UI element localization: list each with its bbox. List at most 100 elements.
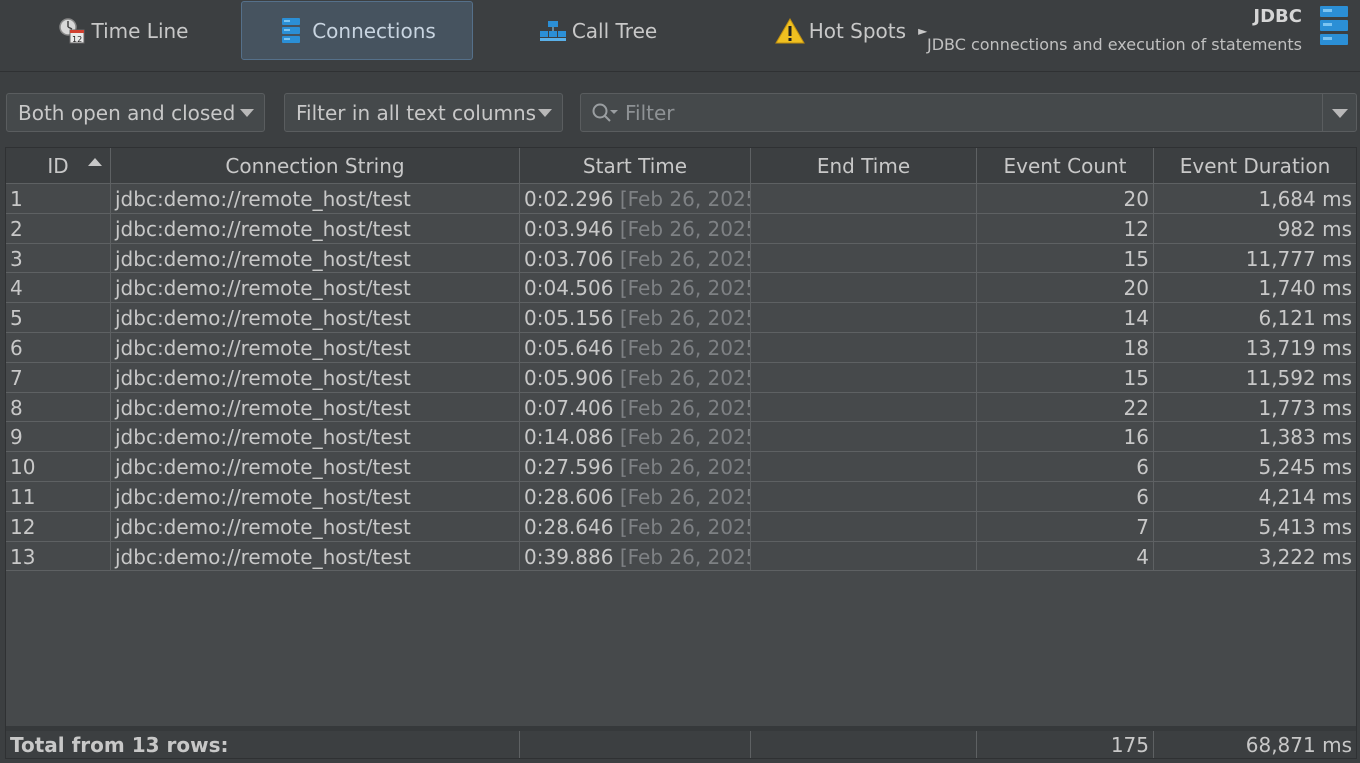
- cell-connection-string: jdbc:demo://remote_host/test: [111, 392, 520, 422]
- more-tabs-arrow-icon[interactable]: ►: [918, 24, 927, 38]
- tab-hot-spots[interactable]: Hot Spots ►: [766, 1, 936, 60]
- table-row[interactable]: 1 jdbc:demo://remote_host/test 0:02.296 [F…: [6, 184, 1356, 214]
- filter-history-dropdown[interactable]: [1322, 94, 1356, 131]
- table-body: 1 jdbc:demo://remote_host/test 0:02.296 [F…: [6, 184, 1356, 572]
- cell-event-duration: 1,684 ms: [1258, 187, 1352, 211]
- column-header-connection-string[interactable]: Connection String: [111, 148, 520, 183]
- table-row[interactable]: 5 jdbc:demo://remote_host/test 0:05.156 [F…: [6, 303, 1356, 333]
- column-header-end-time[interactable]: End Time: [751, 148, 977, 183]
- cell-event-count: 4: [977, 541, 1154, 571]
- table-row[interactable]: 10 jdbc:demo://remote_host/test 0:27.596 […: [6, 452, 1356, 482]
- tab-time-line-label: Time Line: [91, 18, 189, 43]
- cell-end-time: [751, 541, 977, 571]
- cell-id: 11: [6, 481, 111, 511]
- filter-column-dropdown[interactable]: Filter in all text columns: [284, 93, 563, 132]
- cell-id: 5: [6, 303, 111, 333]
- cell-start-time: 0:28.606 [Feb 26, 2025 ...: [520, 481, 751, 511]
- cell-id: 6: [6, 332, 111, 362]
- totals-event-duration: 68,871 ms: [1245, 733, 1352, 757]
- cell-connection-string: jdbc:demo://remote_host/test: [111, 481, 520, 511]
- cell-start-time: 0:05.646 [Feb 26, 2025 ...: [520, 332, 751, 362]
- filter-search-input[interactable]: [625, 94, 1315, 131]
- cell-end-time: [751, 422, 977, 452]
- table-row[interactable]: 13 jdbc:demo://remote_host/test 0:39.886 […: [6, 541, 1356, 572]
- cell-event-count: 16: [977, 422, 1154, 452]
- cell-start-time: 0:02.296 [Feb 26, 2025 ...: [520, 184, 751, 213]
- totals-end-time-cell: [751, 731, 977, 758]
- cell-end-time: [751, 452, 977, 482]
- table-row[interactable]: 6 jdbc:demo://remote_host/test 0:05.646 [F…: [6, 332, 1356, 363]
- cell-connection-string: jdbc:demo://remote_host/test: [111, 362, 520, 392]
- start-time-date: [Feb 26, 2025 ...: [619, 484, 750, 509]
- cell-connection-string: jdbc:demo://remote_host/test: [111, 452, 520, 482]
- column-header-label: ID: [47, 154, 69, 178]
- start-time-date: [Feb 26, 2025 ...: [619, 276, 750, 301]
- start-time-offset: 0:05.906: [524, 365, 614, 390]
- cell-start-time: 0:28.646 [Feb 26, 2025 ...: [520, 511, 751, 541]
- start-time-date: [Feb 26, 2025 ...: [619, 425, 750, 450]
- start-time-offset: 0:04.506: [524, 276, 614, 301]
- cell-id: 12: [6, 511, 111, 541]
- cell-connection-string: jdbc:demo://remote_host/test: [111, 332, 520, 362]
- cell-start-time: 0:04.506 [Feb 26, 2025 ...: [520, 273, 751, 303]
- start-time-date: [Feb 26, 2025 ...: [619, 365, 750, 390]
- cell-start-time: 0:14.086 [Feb 26, 2025 ...: [520, 422, 751, 452]
- start-time-date: [Feb 26, 2025 ...: [619, 514, 750, 539]
- cell-end-time: [751, 481, 977, 511]
- cell-event-count: 20: [977, 184, 1154, 213]
- start-time-offset: 0:03.706: [524, 246, 614, 271]
- column-header-event-count[interactable]: Event Count: [977, 148, 1154, 183]
- start-time-date: [Feb 26, 2025 ...: [619, 246, 750, 271]
- table-row[interactable]: 12 jdbc:demo://remote_host/test 0:28.646 […: [6, 511, 1356, 542]
- cell-end-time: [751, 213, 977, 243]
- cell-event-count: 6: [977, 481, 1154, 511]
- jdbc-database-icon: [1316, 4, 1352, 46]
- cell-event-count: 15: [977, 362, 1154, 392]
- start-time-offset: 0:02.296: [524, 187, 614, 211]
- table-row[interactable]: 3 jdbc:demo://remote_host/test 0:03.706 [F…: [6, 243, 1356, 274]
- cell-event-duration: 5,413 ms: [1258, 514, 1352, 539]
- connection-state-dropdown[interactable]: Both open and closed: [6, 93, 265, 132]
- table-row[interactable]: 9 jdbc:demo://remote_host/test 0:14.086 [F…: [6, 422, 1356, 453]
- cell-id: 4: [6, 273, 111, 303]
- cell-event-count: 20: [977, 273, 1154, 303]
- table-row[interactable]: 7 jdbc:demo://remote_host/test 0:05.906 [F…: [6, 362, 1356, 393]
- cell-end-time: [751, 184, 977, 213]
- start-time-date: [Feb 26, 2025 ...: [619, 306, 750, 331]
- column-header-id[interactable]: ID: [6, 148, 111, 183]
- column-header-start-time[interactable]: Start Time: [520, 148, 751, 183]
- cell-connection-string: jdbc:demo://remote_host/test: [111, 511, 520, 541]
- cell-event-count: 14: [977, 303, 1154, 333]
- cell-start-time: 0:07.406 [Feb 26, 2025 ...: [520, 392, 751, 422]
- table-row[interactable]: 2 jdbc:demo://remote_host/test 0:03.946 [F…: [6, 213, 1356, 244]
- sort-ascending-icon: [88, 158, 102, 166]
- cell-id: 1: [6, 184, 111, 213]
- connections-table: ID Connection String Start Time End Time…: [5, 147, 1357, 759]
- view-header: JDBC JDBC connections and execution of s…: [927, 4, 1302, 54]
- start-time-offset: 0:05.646: [524, 335, 614, 360]
- totals-label: Total from 13 rows:: [6, 731, 520, 758]
- cell-id: 9: [6, 422, 111, 452]
- tab-call-tree[interactable]: Call Tree: [530, 1, 665, 60]
- filter-column-value: Filter in all text columns: [296, 100, 537, 125]
- cell-id: 3: [6, 243, 111, 273]
- table-row[interactable]: 11 jdbc:demo://remote_host/test 0:28.606 […: [6, 481, 1356, 512]
- column-header-event-duration[interactable]: Event Duration: [1154, 148, 1356, 183]
- table-row[interactable]: 8 jdbc:demo://remote_host/test 0:07.406 [F…: [6, 392, 1356, 423]
- warning-icon: [774, 17, 805, 45]
- start-time-offset: 0:05.156: [524, 306, 614, 331]
- cell-connection-string: jdbc:demo://remote_host/test: [111, 541, 520, 571]
- tab-call-tree-label: Call Tree: [571, 18, 658, 43]
- start-time-date: [Feb 26, 2025 ...: [619, 395, 750, 420]
- connection-state-value: Both open and closed: [18, 100, 236, 125]
- tab-time-line[interactable]: 12 Time Line: [48, 1, 198, 60]
- view-title: JDBC: [1253, 6, 1302, 27]
- cell-end-time: [751, 392, 977, 422]
- tab-connections[interactable]: Connections: [241, 1, 473, 60]
- start-time-offset: 0:28.606: [524, 484, 614, 509]
- cell-connection-string: jdbc:demo://remote_host/test: [111, 422, 520, 452]
- view-tab-bar: 12 Time Line Connections Call Tree Hot S…: [0, 0, 1360, 72]
- table-row[interactable]: 4 jdbc:demo://remote_host/test 0:04.506 [F…: [6, 273, 1356, 304]
- cell-event-duration: 13,719 ms: [1245, 335, 1352, 360]
- search-icon[interactable]: [591, 102, 625, 124]
